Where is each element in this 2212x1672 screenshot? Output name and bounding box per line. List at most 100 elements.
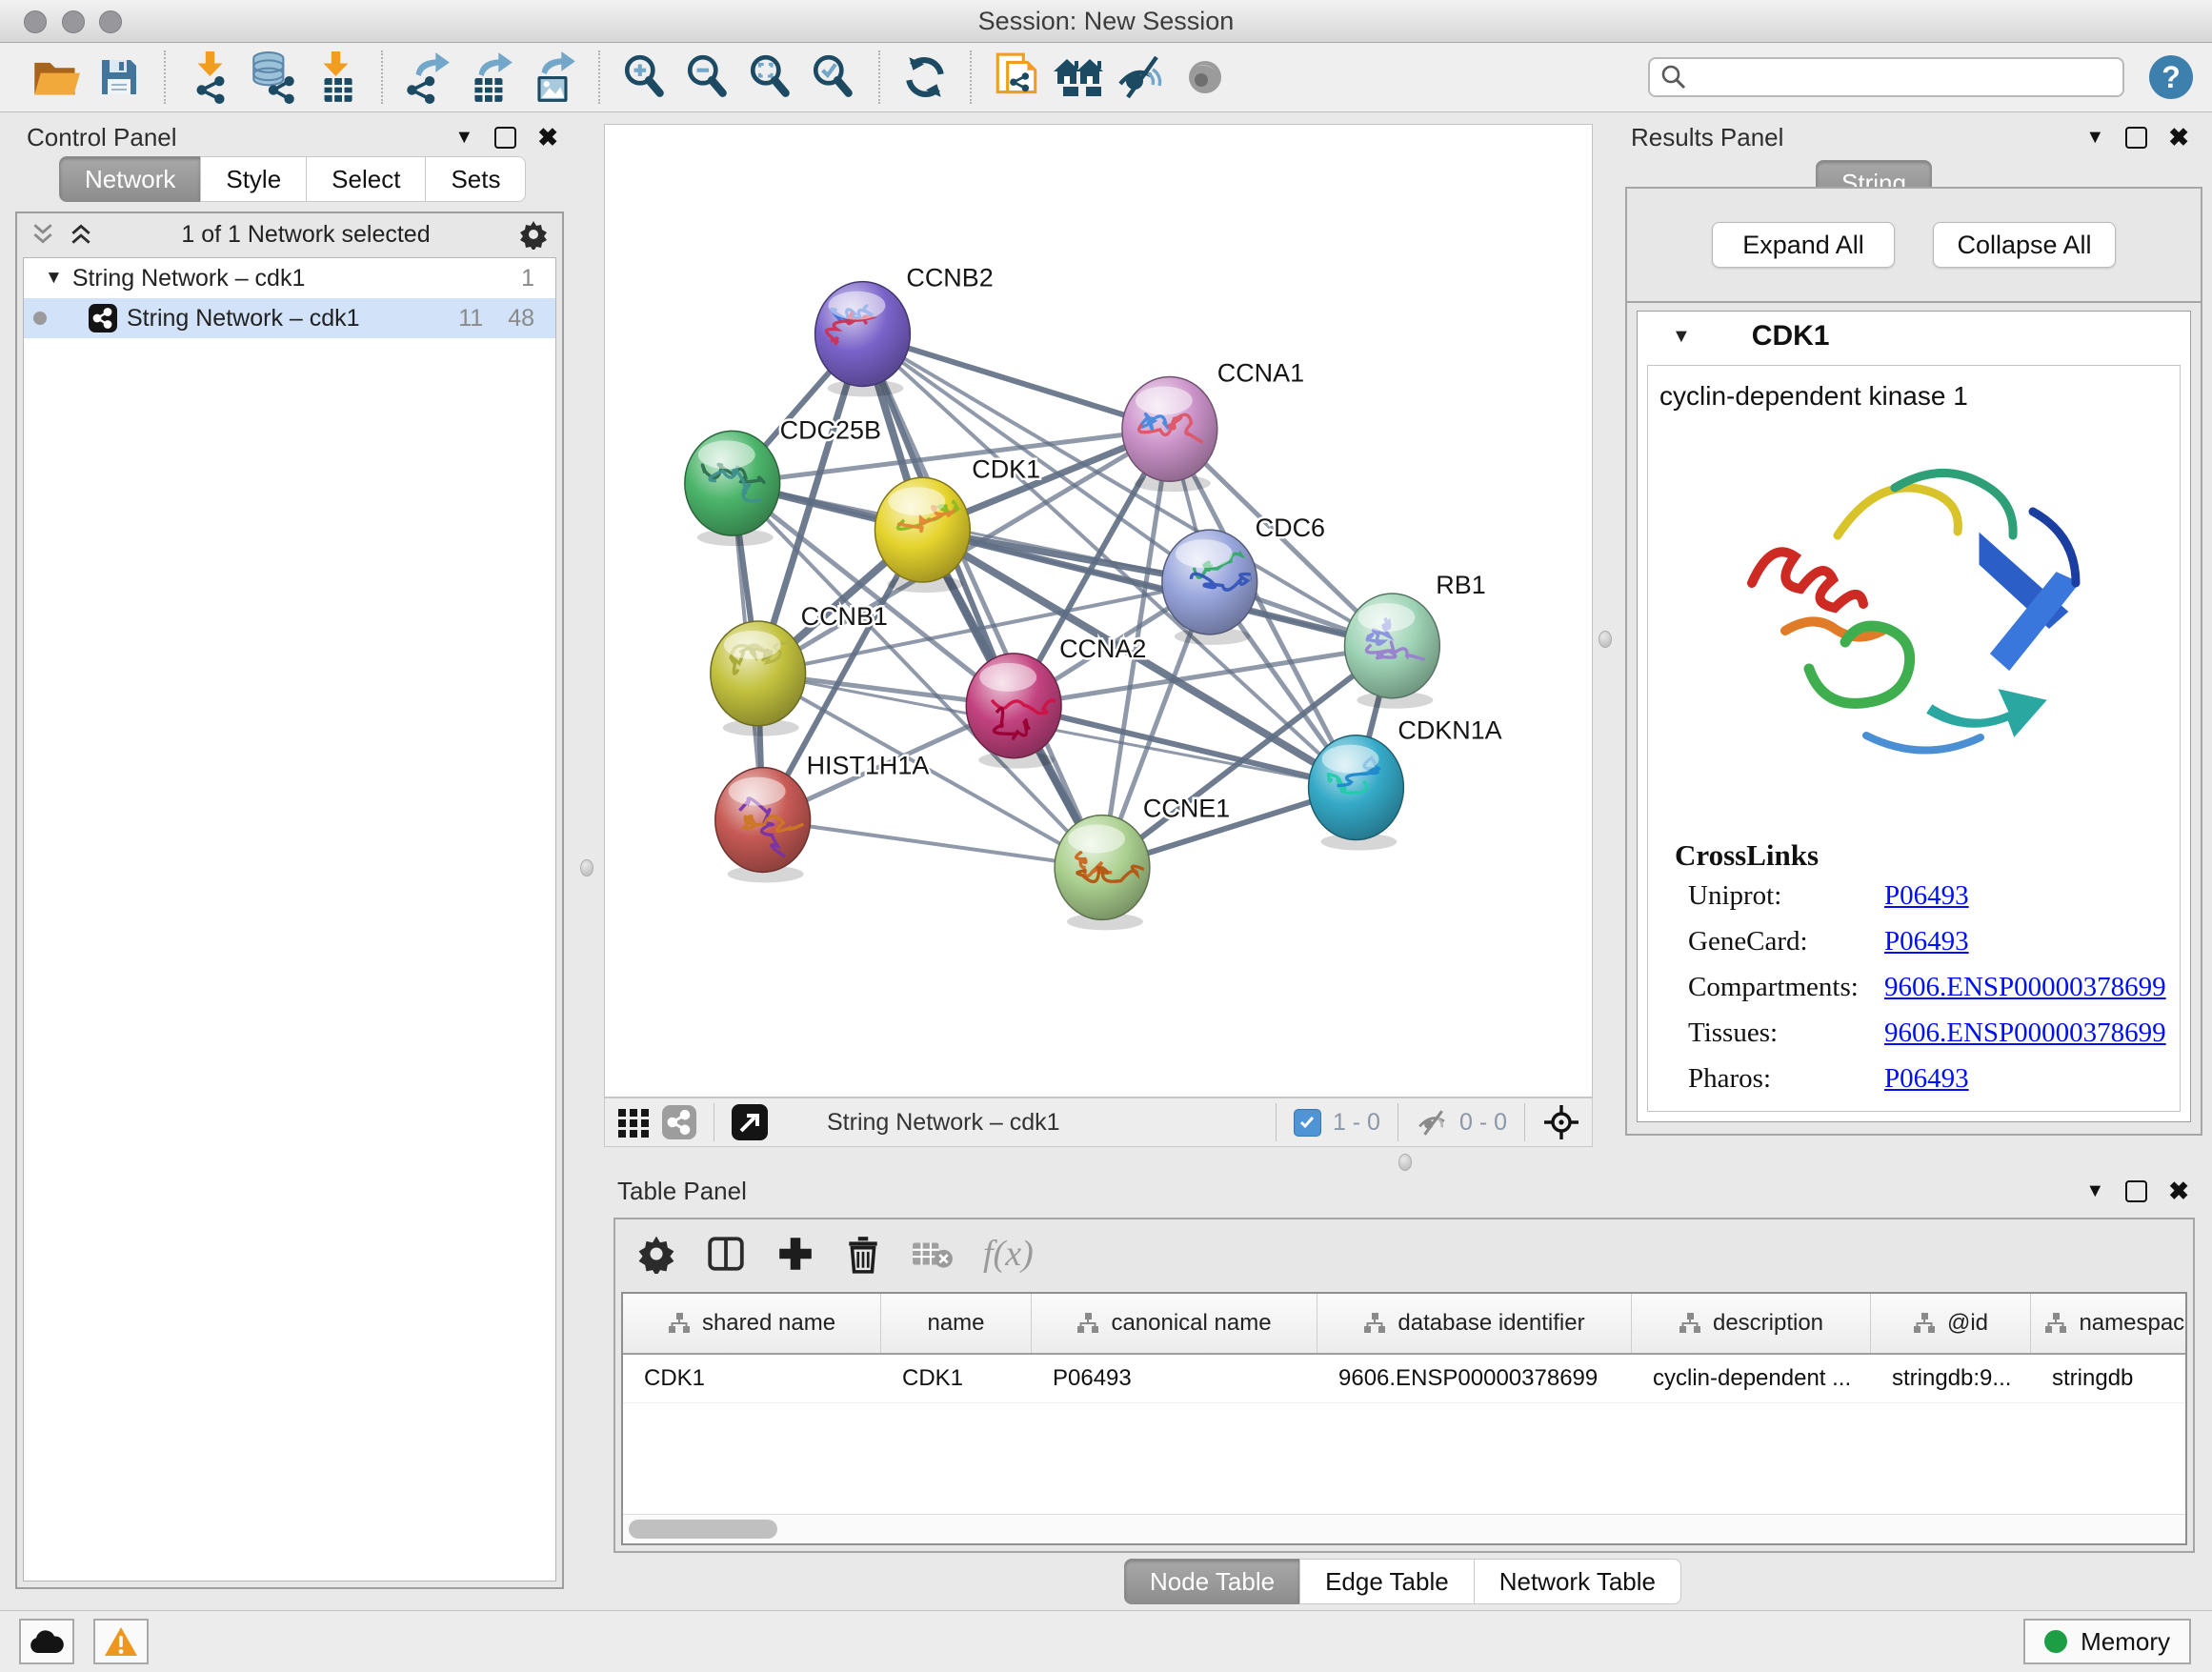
gene-collapse-arrow-icon[interactable]: ▼ — [1672, 326, 1691, 348]
left-splitter[interactable] — [572, 120, 600, 1149]
zoom-in-button[interactable] — [618, 50, 672, 105]
save-session-button[interactable] — [92, 50, 146, 105]
graph-node-HIST1H1A[interactable]: HIST1H1A — [715, 752, 930, 883]
import-network-file-button[interactable] — [184, 50, 237, 105]
table-panel-menu-arrow-icon[interactable]: ▼ — [2085, 1180, 2104, 1202]
hide-selected-button[interactable] — [1116, 50, 1169, 105]
results-panel-menu-arrow-icon[interactable]: ▼ — [2085, 127, 2104, 149]
gene-description: cyclin-dependent kinase 1 — [1648, 366, 2180, 412]
tab-style[interactable]: Style — [200, 156, 307, 202]
clone-network-icon — [993, 51, 1040, 103]
hidden-eye-icon[interactable] — [1416, 1107, 1448, 1138]
horizontal-splitter[interactable] — [572, 1149, 2212, 1174]
column-header-database-identifier[interactable]: database identifier — [1317, 1294, 1632, 1353]
import-network-database-button[interactable] — [247, 50, 300, 105]
graph-node-RB1[interactable]: RB1 — [1344, 571, 1485, 709]
column-header-canonical-name[interactable]: canonical name — [1032, 1294, 1317, 1353]
column-header-shared-name[interactable]: shared name — [623, 1294, 881, 1353]
zoom-selected-button[interactable] — [807, 50, 860, 105]
window-close-button[interactable] — [24, 10, 47, 33]
function-builder-icon-disabled[interactable]: f(x) — [983, 1233, 1034, 1275]
network-row-selected[interactable]: String Network – cdk1 11 48 — [24, 298, 555, 338]
warnings-button[interactable] — [93, 1619, 149, 1664]
open-session-button[interactable] — [30, 50, 83, 105]
results-panel-float-icon[interactable] — [2125, 127, 2147, 149]
results-panel-close-icon[interactable]: ✖ — [2168, 128, 2189, 147]
right-splitter[interactable] — [1595, 120, 1614, 1149]
add-column-plus-icon[interactable] — [775, 1234, 815, 1274]
cloud-status-button[interactable] — [19, 1619, 74, 1664]
collapse-all-chevrons-icon[interactable] — [69, 222, 93, 247]
tab-select[interactable]: Select — [306, 156, 426, 202]
collapse-all-button[interactable]: Collapse All — [1933, 222, 2116, 268]
table-panel-close-icon[interactable]: ✖ — [2168, 1181, 2189, 1200]
toolbar-separator — [878, 50, 880, 104]
graph-node-CCNB1[interactable]: CCNB1 — [711, 602, 888, 736]
import-table-button[interactable] — [310, 50, 363, 105]
crosslink-link[interactable]: P06493 — [1884, 1063, 1969, 1095]
tree-expand-arrow-icon[interactable]: ▼ — [45, 268, 63, 289]
column-header-label: canonical name — [1111, 1310, 1271, 1337]
detach-view-icon[interactable] — [732, 1104, 768, 1140]
column-header-name[interactable]: name — [881, 1294, 1032, 1353]
memory-status-dot-icon — [2044, 1630, 2067, 1653]
column-header-description[interactable]: description — [1632, 1294, 1871, 1353]
expand-all-button[interactable]: Expand All — [1712, 222, 1895, 268]
column-tree-icon — [1913, 1312, 1936, 1335]
birds-eye-crosshair-icon[interactable] — [1542, 1103, 1580, 1141]
column-header--id[interactable]: @id — [1871, 1294, 2031, 1353]
crosslink-link[interactable]: 9606.ENSP00000378699 — [1884, 1017, 2166, 1049]
table-horizontal-scrollbar[interactable] — [623, 1514, 2185, 1543]
node-table[interactable]: shared namename canonical name database id… — [621, 1292, 2187, 1545]
graph-node-CCNB2[interactable]: CCNB2 — [815, 264, 994, 397]
export-network-button[interactable] — [401, 50, 454, 105]
delete-column-trash-icon[interactable] — [844, 1234, 882, 1274]
graph-node-CDKN1A[interactable]: CDKN1A — [1309, 716, 1502, 851]
delete-table-icon-disabled[interactable] — [911, 1235, 955, 1273]
network-share-gray-icon[interactable] — [662, 1105, 696, 1139]
zoom-out-button[interactable] — [681, 50, 734, 105]
collection-count: 1 — [521, 265, 534, 292]
export-image-button[interactable] — [527, 50, 580, 105]
zoom-fit-button[interactable] — [744, 50, 797, 105]
crosslink-link[interactable]: P06493 — [1884, 880, 1969, 912]
preview-eye-disabled-button[interactable] — [1178, 50, 1232, 105]
show-all-houses-button[interactable] — [1053, 50, 1106, 105]
table-row[interactable]: CDK1CDK1P064939606.ENSP00000378699cyclin… — [623, 1355, 2185, 1403]
graph-node-CDC25B[interactable]: CDC25B — [685, 415, 881, 546]
scrollbar-thumb[interactable] — [629, 1520, 777, 1539]
window-minimize-button[interactable] — [62, 10, 85, 33]
eye-slash-icon — [1116, 53, 1168, 101]
grid-view-icon[interactable] — [616, 1105, 651, 1139]
tab-network-table[interactable]: Network Table — [1474, 1559, 1681, 1604]
tab-node-table[interactable]: Node Table — [1124, 1559, 1300, 1604]
network-share-badge-icon — [89, 304, 117, 332]
network-graph[interactable]: CCNB2CCNA1CDC25BCDK1CDC6RB1CCNB1CCNA2CDK… — [604, 124, 1593, 1098]
search-input[interactable] — [1648, 57, 2124, 97]
tab-sets[interactable]: Sets — [425, 156, 526, 202]
tab-network[interactable]: Network — [59, 156, 201, 202]
selected-checkbox-icon[interactable] — [1294, 1109, 1321, 1137]
window-zoom-button[interactable] — [99, 10, 122, 33]
expand-all-chevrons-icon[interactable] — [30, 222, 55, 247]
control-panel-menu-arrow-icon[interactable]: ▼ — [454, 127, 473, 149]
memory-button[interactable]: Memory — [2023, 1619, 2191, 1664]
tab-edge-table[interactable]: Edge Table — [1299, 1559, 1475, 1604]
control-panel-close-icon[interactable]: ✖ — [537, 128, 558, 147]
crosslink-row: Compartments:9606.ENSP00000378699 — [1675, 972, 2180, 1003]
apply-layout-button[interactable] — [898, 50, 952, 105]
toolbar-separator — [598, 50, 600, 104]
help-button[interactable]: ? — [2149, 55, 2193, 99]
control-panel-float-icon[interactable] — [494, 127, 516, 149]
clone-network-button[interactable] — [990, 50, 1043, 105]
network-collection-row[interactable]: ▼ String Network – cdk1 1 — [24, 258, 555, 298]
show-columns-icon[interactable] — [705, 1234, 747, 1274]
table-panel-float-icon[interactable] — [2125, 1180, 2147, 1202]
table-options-gear-icon[interactable] — [636, 1234, 676, 1274]
crosslink-link[interactable]: P06493 — [1884, 926, 1969, 957]
table-cell: 9606.ENSP00000378699 — [1317, 1355, 1632, 1402]
crosslink-link[interactable]: 9606.ENSP00000378699 — [1884, 972, 2166, 1003]
column-header-namespace[interactable]: namespace — [2031, 1294, 2187, 1353]
export-table-button[interactable] — [464, 50, 517, 105]
network-options-gear-icon[interactable] — [518, 219, 549, 250]
